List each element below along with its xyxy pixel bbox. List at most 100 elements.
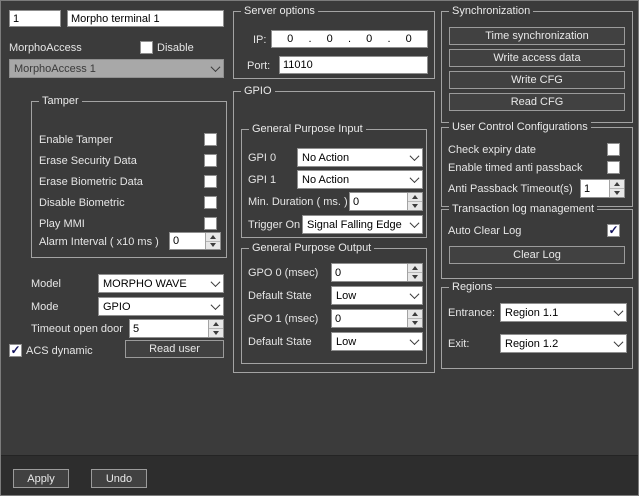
model-select[interactable]: MORPHO WAVE: [98, 274, 224, 293]
anti-passback-timeout-value: 1: [581, 180, 609, 197]
enable-timed-anti-passback-checkbox[interactable]: [607, 161, 620, 174]
auto-clear-log-checkbox[interactable]: [607, 224, 620, 237]
anti-passback-timeout-stepper[interactable]: 1: [580, 179, 625, 198]
gpo0-label: GPO 0 (msec): [248, 267, 318, 280]
default-state-1-value: Low: [336, 336, 406, 348]
mode-label: Mode: [31, 301, 59, 314]
mode-select[interactable]: GPIO: [98, 297, 224, 316]
spin-down-icon[interactable]: [408, 319, 422, 327]
chevron-down-icon: [610, 304, 626, 321]
ip-dot: .: [308, 33, 311, 45]
ip-octet-4: 0: [406, 33, 412, 45]
erase-security-data-checkbox[interactable]: [204, 154, 217, 167]
terminal-name-field[interactable]: [67, 10, 224, 27]
exit-label: Exit:: [448, 338, 469, 351]
entrance-region-select[interactable]: Region 1.1: [500, 303, 627, 322]
write-access-data-button[interactable]: Write access data: [449, 49, 625, 67]
morphoaccess-label: MorphoAccess: [9, 42, 82, 55]
tamper-group-title: Tamper: [39, 95, 82, 107]
chevron-down-icon: [406, 149, 422, 166]
default-state-1-select[interactable]: Low: [331, 332, 423, 351]
terminal-id-field[interactable]: [9, 10, 61, 27]
ip-octet-1: 0: [287, 33, 293, 45]
chevron-down-icon: [406, 287, 422, 304]
user-control-group-title: User Control Configurations: [449, 121, 591, 133]
spin-up-icon[interactable]: [206, 233, 220, 242]
device-select[interactable]: MorphoAccess 1: [9, 59, 224, 78]
ip-dot: .: [387, 33, 390, 45]
stepper-buttons: [208, 320, 223, 337]
disable-biometric-label: Disable Biometric: [39, 197, 125, 210]
gpo1-stepper[interactable]: 0: [331, 309, 423, 328]
gpi1-select-value: No Action: [302, 174, 406, 186]
timeout-open-door-stepper[interactable]: 5: [129, 319, 224, 338]
write-cfg-button[interactable]: Write CFG: [449, 71, 625, 89]
stepper-buttons: [407, 264, 422, 281]
anti-passback-timeout-label: Anti Passback Timeout(s): [448, 183, 573, 196]
alarm-interval-stepper[interactable]: 0: [169, 232, 221, 250]
clear-log-button[interactable]: Clear Log: [449, 246, 625, 264]
spin-down-icon[interactable]: [610, 189, 624, 197]
disable-checkbox[interactable]: [140, 41, 153, 54]
chevron-down-icon: [406, 216, 422, 233]
acs-dynamic-label: ACS dynamic: [26, 345, 93, 358]
transaction-log-group: Transaction log management: [441, 209, 633, 279]
mode-select-value: GPIO: [103, 301, 207, 313]
exit-region-select[interactable]: Region 1.2: [500, 334, 627, 353]
disable-biometric-checkbox[interactable]: [204, 196, 217, 209]
acs-dynamic-checkbox[interactable]: [9, 344, 22, 357]
gpi1-select[interactable]: No Action: [297, 170, 423, 189]
apply-button[interactable]: Apply: [13, 469, 69, 488]
play-mmi-checkbox[interactable]: [204, 217, 217, 230]
trigger-on-label: Trigger On: [248, 219, 300, 232]
spin-down-icon[interactable]: [206, 242, 220, 250]
spin-up-icon[interactable]: [408, 264, 422, 273]
ip-field[interactable]: 0 . 0 . 0 . 0: [271, 30, 428, 48]
stepper-buttons: [609, 180, 624, 197]
ip-label: IP:: [253, 34, 266, 47]
undo-button[interactable]: Undo: [91, 469, 147, 488]
read-cfg-button[interactable]: Read CFG: [449, 93, 625, 111]
enable-tamper-checkbox[interactable]: [204, 133, 217, 146]
spin-up-icon[interactable]: [209, 320, 223, 329]
spin-down-icon[interactable]: [408, 202, 422, 210]
trigger-on-select-value: Signal Falling Edge: [307, 219, 406, 231]
chevron-down-icon: [406, 333, 422, 350]
general-purpose-input-title: General Purpose Input: [249, 123, 366, 135]
spin-down-icon[interactable]: [408, 273, 422, 281]
alarm-interval-label: Alarm Interval ( x10 ms ): [39, 236, 159, 249]
spin-up-icon[interactable]: [610, 180, 624, 189]
chevron-down-icon: [207, 298, 223, 315]
gpi0-select[interactable]: No Action: [297, 148, 423, 167]
synchronization-group-title: Synchronization: [449, 5, 533, 17]
default-state-1-label: Default State: [248, 336, 312, 349]
check-expiry-date-checkbox[interactable]: [607, 143, 620, 156]
ip-dot: .: [348, 33, 351, 45]
enable-tamper-label: Enable Tamper: [39, 134, 113, 147]
enable-timed-anti-passback-label: Enable timed anti passback: [448, 162, 583, 175]
port-field[interactable]: [279, 56, 428, 74]
read-user-button[interactable]: Read user: [125, 340, 224, 358]
timeout-open-door-value: 5: [130, 320, 208, 337]
disable-label: Disable: [157, 42, 194, 55]
default-state-0-select[interactable]: Low: [331, 286, 423, 305]
entrance-label: Entrance:: [448, 307, 495, 320]
time-synchronization-button[interactable]: Time synchronization: [449, 27, 625, 45]
gpo1-value: 0: [332, 310, 407, 327]
erase-biometric-data-checkbox[interactable]: [204, 175, 217, 188]
erase-biometric-data-label: Erase Biometric Data: [39, 176, 143, 189]
gpi0-select-value: No Action: [302, 152, 406, 164]
chevron-down-icon: [610, 335, 626, 352]
trigger-on-select[interactable]: Signal Falling Edge: [302, 215, 423, 234]
spin-up-icon[interactable]: [408, 193, 422, 202]
transaction-log-group-title: Transaction log management: [449, 203, 597, 215]
spin-up-icon[interactable]: [408, 310, 422, 319]
erase-security-data-label: Erase Security Data: [39, 155, 137, 168]
stepper-buttons: [407, 193, 422, 210]
alarm-interval-value: 0: [170, 233, 205, 249]
min-duration-stepper[interactable]: 0: [349, 192, 423, 211]
gpo0-stepper[interactable]: 0: [331, 263, 423, 282]
spin-down-icon[interactable]: [209, 329, 223, 337]
port-label: Port:: [247, 60, 270, 73]
chevron-down-icon: [406, 171, 422, 188]
